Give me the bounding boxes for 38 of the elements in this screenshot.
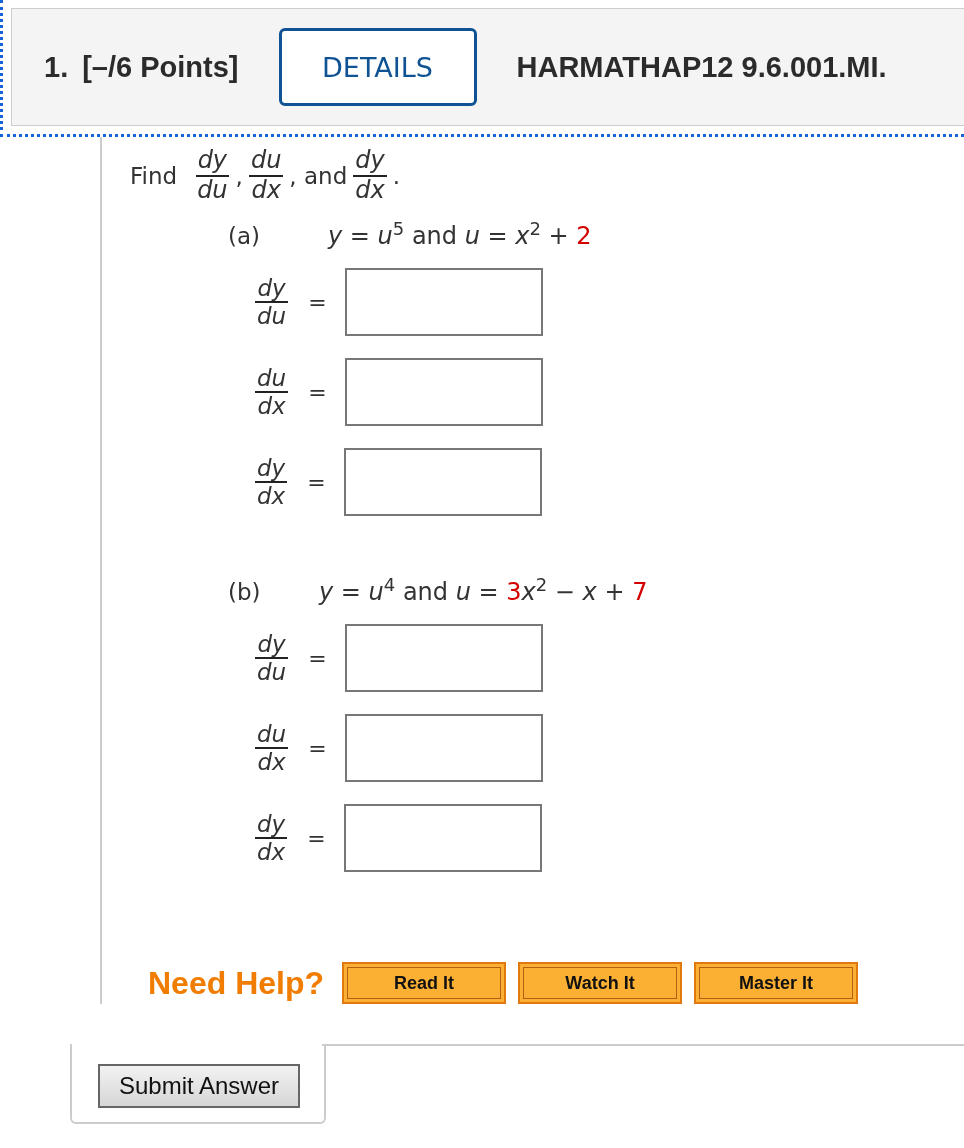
fraction: dy dx bbox=[255, 454, 288, 510]
equals-sign: = bbox=[308, 735, 327, 761]
need-help-label: Need Help? bbox=[148, 964, 325, 1002]
help-button[interactable]: Watch It bbox=[518, 962, 683, 1005]
prompt-text: . bbox=[392, 162, 400, 189]
help-button[interactable]: Read It bbox=[342, 962, 507, 1005]
equals-sign: = bbox=[307, 825, 326, 851]
points-label: [–/6 Points] bbox=[82, 50, 239, 84]
prompt-text: , and bbox=[289, 162, 348, 189]
fraction: dy dx bbox=[255, 810, 288, 866]
answer-field[interactable] bbox=[344, 714, 543, 783]
equation: y = u$^{5}$ and u = x$^{2}$ + 2 bbox=[328, 222, 592, 251]
equals-sign: = bbox=[307, 469, 326, 495]
fraction: du dx bbox=[255, 364, 289, 420]
prompt-text: , bbox=[235, 162, 243, 189]
answer-field[interactable] bbox=[344, 624, 543, 693]
fraction: dy du bbox=[255, 274, 289, 330]
answer-field[interactable] bbox=[344, 358, 543, 427]
help-button[interactable]: Master It bbox=[694, 962, 859, 1005]
fraction: dy du bbox=[195, 147, 230, 205]
answer-field[interactable] bbox=[343, 448, 542, 517]
fraction: dy dx bbox=[353, 147, 387, 205]
part-label: (b) bbox=[228, 579, 262, 606]
prompt-text: Find bbox=[130, 162, 178, 189]
equals-sign: = bbox=[308, 379, 327, 405]
submit-answer-button[interactable]: Submit Answer bbox=[98, 1064, 300, 1109]
question-number: 1. bbox=[44, 50, 69, 84]
equals-sign: = bbox=[308, 289, 327, 315]
fraction: dy du bbox=[255, 630, 289, 686]
equals-sign: = bbox=[308, 645, 327, 671]
fraction: du dx bbox=[255, 720, 289, 776]
equation: y = u$^{4}$ and u = 3x$^{2}$ − x + 7 bbox=[319, 578, 648, 607]
answer-field[interactable] bbox=[343, 804, 542, 873]
answer-field[interactable] bbox=[344, 268, 543, 337]
question-code: HARMATHAP12 9.6.001.MI. bbox=[516, 50, 887, 84]
part-label: (a) bbox=[228, 223, 262, 250]
fraction: du dx bbox=[248, 147, 284, 205]
details-button[interactable]: DETAILS bbox=[278, 28, 477, 106]
